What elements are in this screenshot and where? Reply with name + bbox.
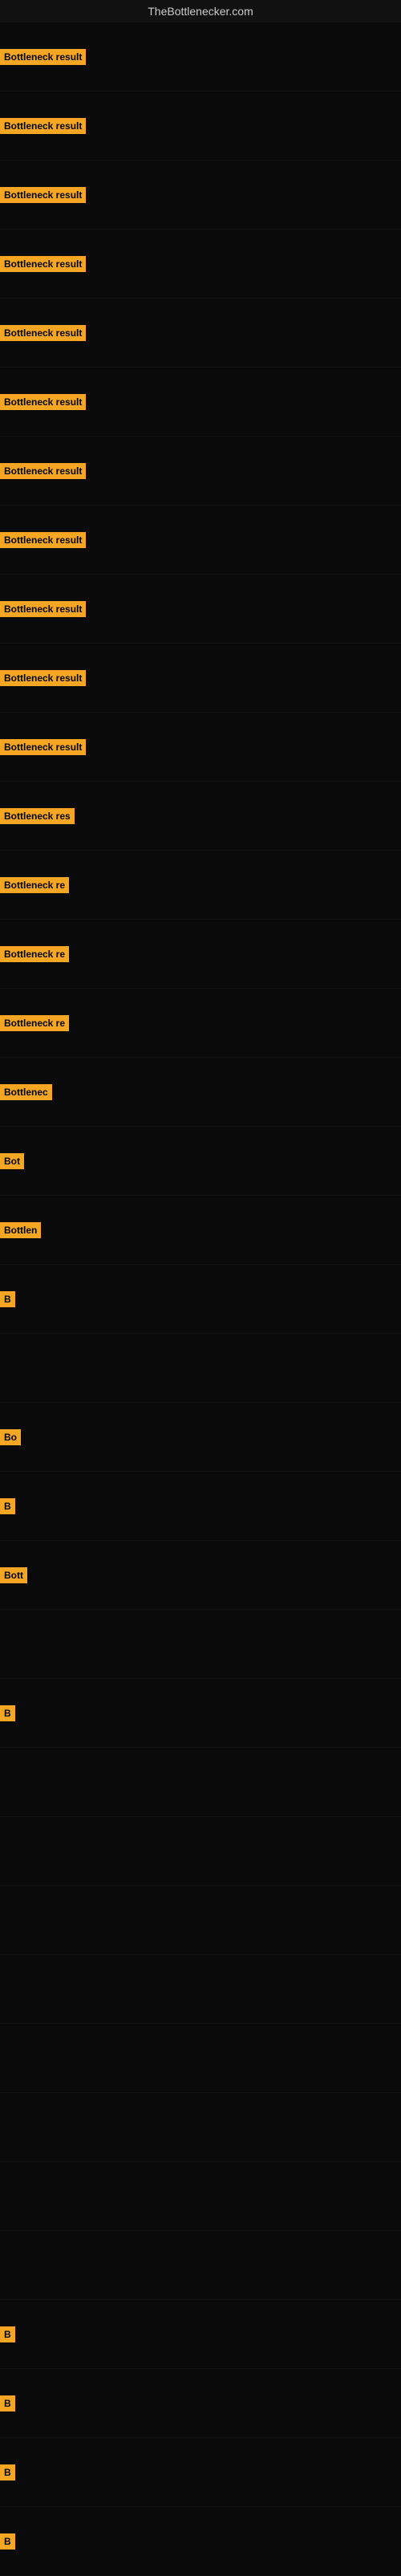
site-title: TheBottlenecker.com bbox=[0, 0, 401, 22]
bottleneck-result-label: Bottleneck re bbox=[0, 877, 69, 893]
bar-row bbox=[0, 1955, 401, 2024]
bar-row: B bbox=[0, 2507, 401, 2576]
bar-row: Bottleneck result bbox=[0, 368, 401, 437]
bottleneck-result-label: Bottleneck result bbox=[0, 601, 86, 617]
bar-row: Bottleneck result bbox=[0, 437, 401, 506]
bar-row: B bbox=[0, 1265, 401, 1334]
bottleneck-result-label: Bottlenec bbox=[0, 1084, 52, 1100]
bar-row: Bottleneck re bbox=[0, 920, 401, 989]
bars-wrapper: Bottleneck result Bottleneck result Bottle… bbox=[0, 22, 401, 2576]
bar-row: Bottleneck result bbox=[0, 506, 401, 575]
bottleneck-result-label: Bottleneck result bbox=[0, 739, 86, 755]
bar-row: Bottleneck result bbox=[0, 299, 401, 368]
bar-row bbox=[0, 2093, 401, 2162]
bottleneck-result-label: Bottleneck result bbox=[0, 49, 86, 65]
bottleneck-result-label: Bottleneck result bbox=[0, 394, 86, 410]
bottleneck-result-label: Bo bbox=[0, 1429, 21, 1445]
bar-row: Bottleneck result bbox=[0, 575, 401, 644]
bottleneck-result-label: B bbox=[0, 2395, 15, 2411]
bottleneck-result-label: B bbox=[0, 1498, 15, 1514]
bottleneck-result-label: B bbox=[0, 2533, 15, 2550]
bar-row: Bottlenec bbox=[0, 1058, 401, 1127]
bottleneck-result-label: Bottleneck result bbox=[0, 670, 86, 686]
bottleneck-result-label: Bottleneck re bbox=[0, 1015, 69, 1031]
bar-row bbox=[0, 1817, 401, 1886]
bottleneck-result-label: Bottlen bbox=[0, 1222, 41, 1238]
bottleneck-result-label: Bottleneck result bbox=[0, 187, 86, 203]
bottleneck-result-label: Bottleneck result bbox=[0, 532, 86, 548]
bottleneck-result-label: Bott bbox=[0, 1567, 27, 1583]
bar-row: Bottleneck result bbox=[0, 230, 401, 299]
bar-row: Bottleneck result bbox=[0, 713, 401, 782]
bar-row: Bottleneck re bbox=[0, 851, 401, 920]
bottleneck-result-label: Bot bbox=[0, 1153, 24, 1169]
bar-row: B bbox=[0, 1679, 401, 1748]
bottleneck-result-label: Bottleneck result bbox=[0, 256, 86, 272]
bottleneck-result-label: B bbox=[0, 2326, 15, 2342]
bottleneck-result-label: Bottleneck result bbox=[0, 463, 86, 479]
bar-row: Bottlen bbox=[0, 1196, 401, 1265]
bar-row: Bottleneck re bbox=[0, 989, 401, 1058]
bar-row bbox=[0, 2162, 401, 2231]
bottleneck-result-label: B bbox=[0, 1291, 15, 1307]
bottleneck-result-label: Bottleneck re bbox=[0, 946, 69, 962]
bar-row bbox=[0, 1610, 401, 1679]
bottleneck-result-label: Bottleneck result bbox=[0, 325, 86, 341]
bar-row: Bott bbox=[0, 1541, 401, 1610]
bar-row: B bbox=[0, 1472, 401, 1541]
bar-row bbox=[0, 2231, 401, 2300]
bottleneck-result-label: B bbox=[0, 1705, 15, 1721]
bar-row: Bo bbox=[0, 1403, 401, 1472]
bar-row bbox=[0, 2024, 401, 2093]
site-title-text: TheBottlenecker.com bbox=[148, 5, 253, 18]
bar-row bbox=[0, 1334, 401, 1403]
bar-row: Bot bbox=[0, 1127, 401, 1196]
bar-row: Bottleneck res bbox=[0, 782, 401, 851]
bottleneck-result-label: Bottleneck result bbox=[0, 118, 86, 134]
bar-row: Bottleneck result bbox=[0, 160, 401, 230]
bottleneck-result-label: Bottleneck res bbox=[0, 808, 75, 824]
bar-row: B bbox=[0, 2438, 401, 2507]
bar-row bbox=[0, 1748, 401, 1817]
bar-row: Bottleneck result bbox=[0, 91, 401, 160]
bottleneck-result-label: B bbox=[0, 2464, 15, 2481]
bar-row: Bottleneck result bbox=[0, 22, 401, 91]
bar-row: B bbox=[0, 2300, 401, 2369]
bar-row: Bottleneck result bbox=[0, 644, 401, 713]
bar-row: B bbox=[0, 2369, 401, 2438]
bar-row bbox=[0, 1886, 401, 1955]
